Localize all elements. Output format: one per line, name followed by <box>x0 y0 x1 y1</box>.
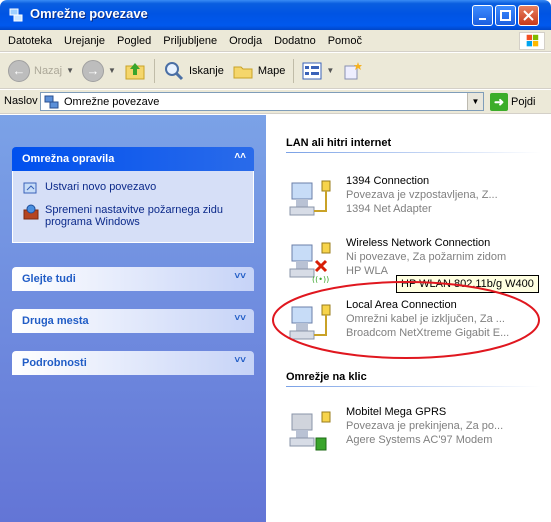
minimize-button[interactable] <box>472 5 493 26</box>
minimize-icon <box>478 17 486 20</box>
maximize-icon <box>500 10 511 21</box>
dialup-group-header: Omrežje na klic <box>286 371 540 387</box>
network-connection-icon <box>289 180 331 216</box>
connection-name: Local Area Connection <box>346 299 457 311</box>
menu-edit[interactable]: Urejanje <box>58 35 111 47</box>
folders-icon <box>233 66 253 78</box>
connection-item[interactable]: 1394 Connection Povezava je vzpostavljen… <box>286 171 540 223</box>
toolbar-separator <box>293 58 295 83</box>
menu-bar: Datoteka Urejanje Pogled Priljubljene Or… <box>0 30 551 52</box>
go-arrow-icon: ➜ <box>490 93 508 111</box>
other-places-header[interactable]: Druga mesta ˅˅ <box>12 309 254 333</box>
forward-button[interactable]: → ▼ <box>78 56 120 86</box>
task-firewall-settings-label: Spremeni nastavitve požarnega zidu progr… <box>45 204 223 228</box>
connection-name: 1394 Connection <box>346 175 430 187</box>
close-button[interactable] <box>518 5 539 26</box>
connection-device: 1394 Net Adapter <box>346 203 432 215</box>
expand-icon[interactable]: ˅˅ <box>234 271 246 282</box>
device-tooltip: HP WLAN 802.11b/g W400 <box>396 275 539 293</box>
address-input[interactable]: Omrežne povezave ▼ <box>40 92 484 111</box>
toolbar: ← Nazaj ▼ → ▼ Iskanje Mape ▼ <box>0 53 551 89</box>
connection-name: Wireless Network Connection <box>346 237 491 249</box>
connection-status: Povezava je prekinjena, Za po... <box>346 420 504 432</box>
network-connections-icon <box>9 8 23 22</box>
address-bar: Naslov Omrežne povezave ▼ ➜ Pojdi <box>0 90 551 114</box>
menu-help[interactable]: Pomoč <box>322 35 368 47</box>
new-folder-button[interactable] <box>338 56 368 86</box>
menu-view[interactable]: Pogled <box>111 35 157 47</box>
task-create-connection[interactable]: Ustvari novo povezavo <box>23 181 243 197</box>
network-connection-icon <box>289 304 331 340</box>
folder-up-icon <box>125 62 145 79</box>
expand-icon[interactable]: ˅˅ <box>234 355 246 366</box>
menu-favorites[interactable]: Priljubljene <box>157 35 223 47</box>
connection-device: Broadcom NetXtreme Gigabit E... <box>346 327 510 339</box>
task-pane: Omrežna opravila ˄˄ Ustvari novo povezav… <box>0 115 266 522</box>
search-button[interactable]: Iskanje <box>159 56 228 86</box>
details-header[interactable]: Podrobnosti ˅˅ <box>12 351 254 375</box>
chevron-down-icon: ▼ <box>66 66 75 75</box>
close-icon <box>523 10 534 21</box>
menu-advanced[interactable]: Dodatno <box>268 35 322 47</box>
other-places-title: Druga mesta <box>22 315 89 327</box>
chevron-down-icon: ▼ <box>326 66 335 75</box>
lan-group-header: LAN ali hitri internet <box>286 137 540 153</box>
chevron-down-icon: ▼ <box>471 97 480 106</box>
connection-status: Omrežni kabel je izključen, Za ... <box>346 313 505 325</box>
address-dropdown-button[interactable]: ▼ <box>467 93 483 110</box>
folders-label: Mape <box>257 64 286 77</box>
network-connections-icon <box>44 95 59 108</box>
new-connection-icon <box>23 182 37 194</box>
connection-device: Agere Systems AC'97 Modem <box>346 434 493 446</box>
back-arrow-icon: ← <box>8 59 30 82</box>
dialup-connection-icon <box>289 411 331 451</box>
connection-item[interactable]: Mobitel Mega GPRS Povezava je prekinjena… <box>286 402 540 454</box>
network-tasks-body: Ustvari novo povezavo Spremeni nastavitv… <box>12 171 254 243</box>
connection-status: Povezava je vzpostavljena, Z... <box>346 189 498 201</box>
windows-logo-icon <box>519 32 545 50</box>
go-label: Pojdi <box>511 96 536 108</box>
network-tasks-header[interactable]: Omrežna opravila ˄˄ <box>12 147 254 171</box>
collapse-icon[interactable]: ˄˄ <box>234 151 246 162</box>
maximize-button[interactable] <box>495 5 516 26</box>
wireless-connection-disabled-icon: ((•)) <box>289 242 331 283</box>
toolbar-separator <box>153 58 155 83</box>
forward-arrow-icon: → <box>82 59 105 82</box>
folders-button[interactable]: Mape <box>228 56 290 86</box>
connection-device: HP WLA <box>346 265 388 277</box>
task-create-connection-label: Ustvari novo povezavo <box>45 181 157 193</box>
connection-status: Ni povezave, Za požarnim zidom <box>346 251 507 263</box>
title-bar: Omrežne povezave <box>0 0 551 30</box>
network-tasks-title: Omrežna opravila <box>22 153 115 165</box>
svg-text:((•)): ((•)) <box>312 275 329 283</box>
connection-name: Mobitel Mega GPRS <box>346 406 447 418</box>
new-item-icon <box>344 61 363 79</box>
task-firewall-settings[interactable]: Spremeni nastavitve požarnega zidu progr… <box>23 204 243 228</box>
go-button[interactable]: ➜ Pojdi <box>490 93 535 111</box>
details-title: Podrobnosti <box>22 357 87 369</box>
views-button[interactable]: ▼ <box>298 56 338 86</box>
firewall-icon <box>23 204 39 220</box>
up-folder-button[interactable] <box>120 56 150 86</box>
menu-file[interactable]: Datoteka <box>2 35 58 47</box>
search-icon <box>164 61 184 80</box>
connection-item[interactable]: Local Area Connection Omrežni kabel je i… <box>286 295 540 347</box>
back-button[interactable]: ← Nazaj ▼ <box>4 56 78 86</box>
search-label: Iskanje <box>188 64 224 77</box>
back-label: Nazaj <box>34 64 63 77</box>
chevron-down-icon: ▼ <box>108 66 116 75</box>
window-title: Omrežne povezave <box>30 6 148 21</box>
menu-tools[interactable]: Orodja <box>223 35 268 47</box>
address-value: Omrežne povezave <box>64 95 160 108</box>
content-pane: LAN ali hitri internet 1394 Connection P… <box>266 115 551 522</box>
views-icon <box>302 62 322 79</box>
address-label: Naslov <box>4 95 38 107</box>
expand-icon[interactable]: ˅˅ <box>234 313 246 324</box>
see-also-title: Glejte tudi <box>22 273 76 285</box>
see-also-header[interactable]: Glejte tudi ˅˅ <box>12 267 254 291</box>
